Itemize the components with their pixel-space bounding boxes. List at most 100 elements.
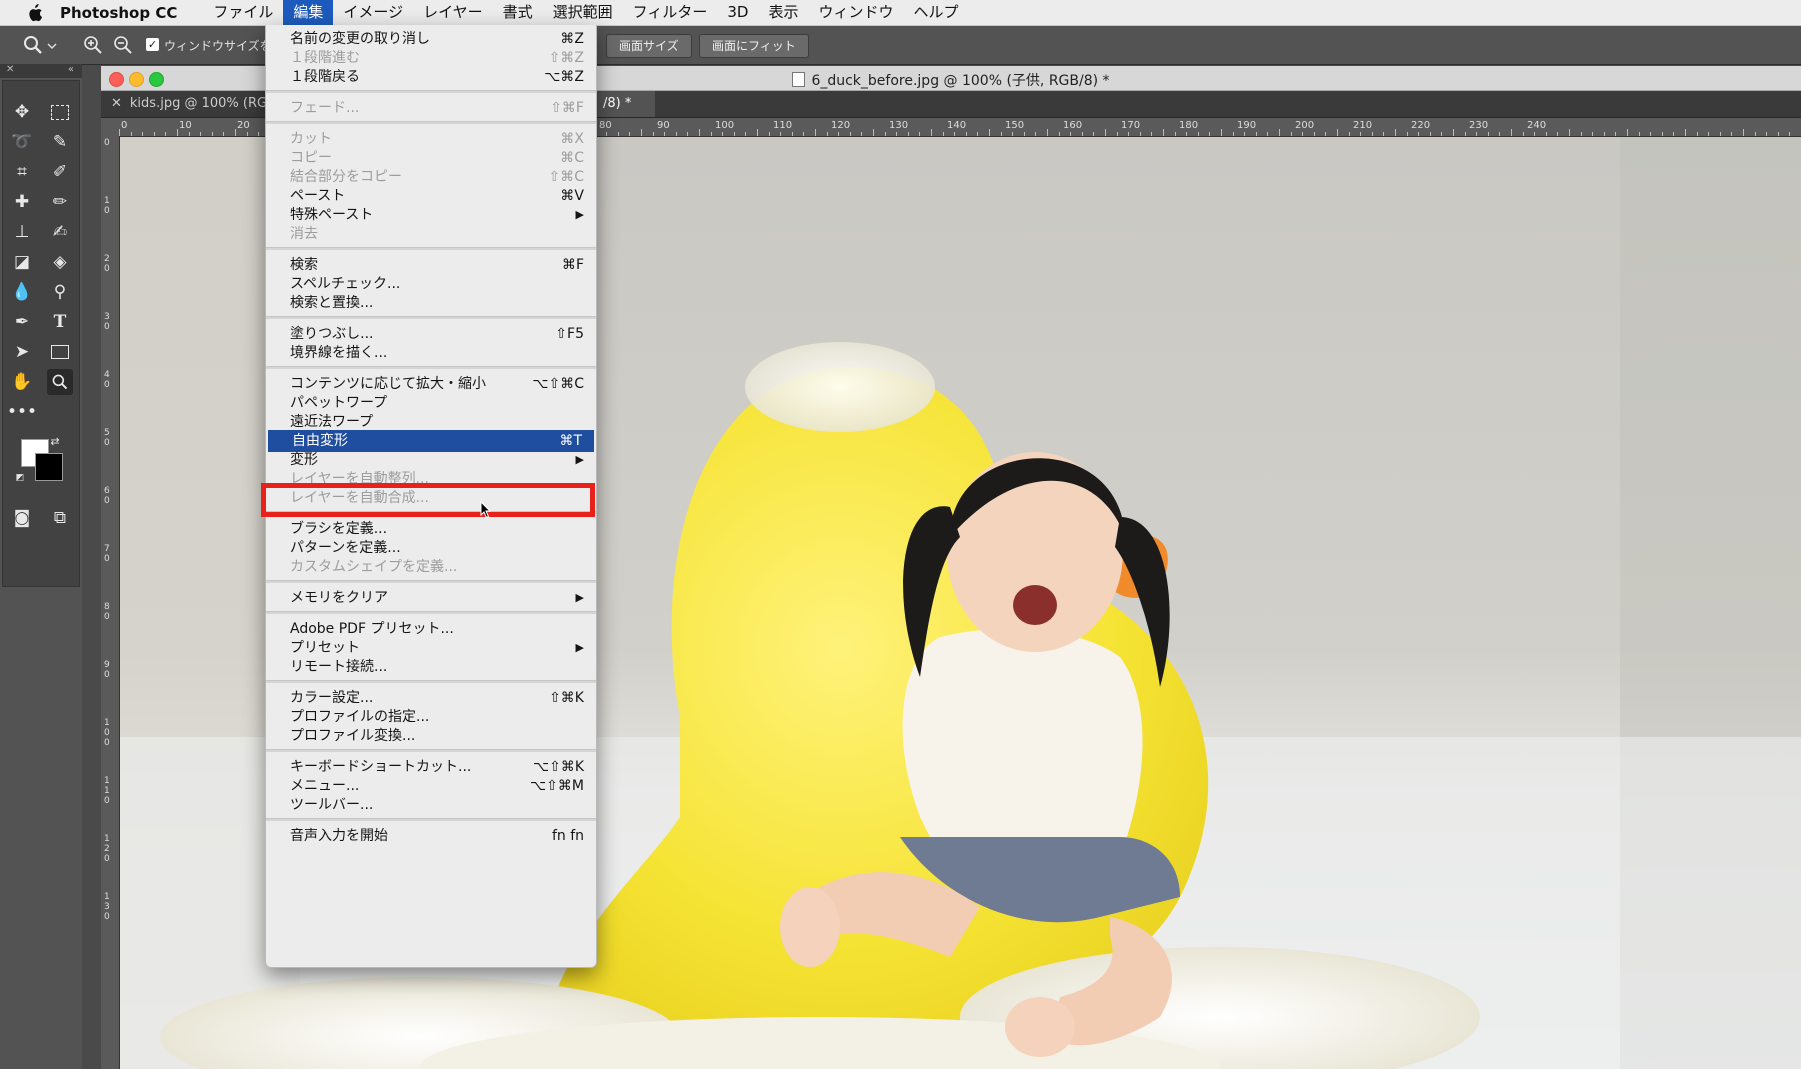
chevron-down-icon[interactable] <box>46 34 58 56</box>
fit-screen-button[interactable]: 画面にフィット <box>699 34 809 58</box>
brush-tool-icon[interactable]: ✏ <box>47 189 73 215</box>
crop-tool-icon[interactable]: ⌗ <box>9 159 35 185</box>
ruler-tick <box>1545 132 1547 136</box>
tab-close-icon[interactable]: ✕ <box>111 96 122 111</box>
ruler-tick <box>1789 132 1791 136</box>
tools-grid: ✥ ➰ ✎ ⌗ ✐ ✚ ✏ ⊥ ✍ ◪ ◈ 💧 ⚲ ✒ T ➤ ✋ ••• ⇄ … <box>2 80 80 587</box>
tab-kids[interactable]: ✕ kids.jpg @ 100% (RG <box>101 91 277 117</box>
hand-tool-icon[interactable]: ✋ <box>9 369 35 395</box>
menu-separator <box>266 247 596 250</box>
ruler-v-label: 1 2 0 <box>104 834 110 864</box>
ruler-tick <box>1012 132 1014 136</box>
marquee-tool-icon[interactable] <box>47 99 73 125</box>
paint-bucket-tool-icon[interactable]: ◈ <box>47 249 73 275</box>
eyedropper-tool-icon[interactable]: ✐ <box>47 159 73 185</box>
menu-edit[interactable]: 編集 <box>283 0 334 25</box>
healing-brush-tool-icon[interactable]: ✚ <box>9 189 35 215</box>
ruler-tick <box>1429 132 1431 136</box>
ruler-tick <box>722 132 724 136</box>
path-selection-tool-icon[interactable]: ➤ <box>9 339 35 365</box>
quick-selection-tool-icon[interactable]: ✎ <box>47 129 73 155</box>
menu-item-label: １段階戻る <box>290 69 360 85</box>
close-icon[interactable]: ✕ <box>6 64 14 75</box>
ruler-tick <box>919 132 921 136</box>
app-name[interactable]: Photoshop CC <box>60 4 177 22</box>
move-tool-icon[interactable]: ✥ <box>9 99 35 125</box>
screen-mode-icon[interactable]: ⧉ <box>47 505 73 531</box>
edit-menu-item-15[interactable]: 境界線を描く... <box>266 342 596 364</box>
edit-menu-item-35[interactable]: ツールバー... <box>266 794 596 816</box>
menu-type[interactable]: 書式 <box>493 0 543 25</box>
history-brush-tool-icon[interactable]: ✍ <box>47 219 73 245</box>
lasso-tool-icon[interactable]: ➰ <box>9 129 35 155</box>
ruler-tick <box>1476 132 1478 136</box>
ruler-tick <box>1093 132 1095 136</box>
resize-windows-checkbox[interactable]: ✓ <box>146 38 159 51</box>
menu-filter[interactable]: フィルター <box>623 0 718 25</box>
tab-duck[interactable]: /8) * <box>595 91 655 117</box>
ruler-h-label: 100 <box>715 120 735 131</box>
eraser-tool-icon[interactable]: ◪ <box>9 249 35 275</box>
tools-panel-header[interactable]: ✕ « <box>0 64 82 78</box>
quick-mask-icon[interactable]: ◙ <box>9 505 35 531</box>
edit-menu-item-32[interactable]: プロファイル変換... <box>266 725 596 747</box>
ruler-tick <box>780 132 782 136</box>
ruler-tick <box>1464 132 1466 136</box>
ruler-tick <box>1290 132 1292 136</box>
background-color-swatch[interactable] <box>35 453 63 481</box>
menu-select[interactable]: 選択範囲 <box>543 0 623 25</box>
default-colors-icon[interactable]: ◩ <box>13 471 27 485</box>
menu-3d[interactable]: 3D <box>717 0 758 25</box>
apple-icon[interactable] <box>24 3 46 22</box>
ruler-tick <box>1406 132 1408 136</box>
ruler-tick <box>1197 132 1199 136</box>
ruler-tick <box>235 129 236 136</box>
type-tool-icon[interactable]: T <box>47 309 73 335</box>
menu-view[interactable]: 表示 <box>758 0 808 25</box>
screen-size-button[interactable]: 画面サイズ <box>606 34 692 58</box>
ruler-tick <box>177 129 178 136</box>
blur-tool-icon[interactable]: 💧 <box>9 279 35 305</box>
ruler-tick <box>884 132 886 136</box>
swap-colors-icon[interactable]: ⇄ <box>47 433 63 449</box>
menu-image[interactable]: イメージ <box>333 0 413 25</box>
ruler-tick <box>687 132 689 136</box>
edit-menu-item-25: カスタムシェイプを定義... <box>266 556 596 578</box>
zoom-in-icon[interactable] <box>82 34 104 56</box>
edit-menu-item-13[interactable]: 検索と置換... <box>266 292 596 314</box>
menu-window[interactable]: ウィンドウ <box>808 0 903 25</box>
ruler-origin[interactable] <box>101 118 119 136</box>
ruler-tick <box>1383 132 1385 136</box>
ruler-tick <box>1603 132 1605 136</box>
edit-menu-item-3[interactable]: １段階戻る ⌥⌘Z <box>266 66 596 88</box>
zoom-tool-icon[interactable] <box>22 34 44 56</box>
menu-separator <box>266 366 596 369</box>
ruler-tick <box>1337 129 1338 136</box>
rectangle-tool-icon[interactable] <box>47 339 73 365</box>
ruler-tick <box>1627 129 1628 136</box>
ruler-tick <box>1139 132 1141 136</box>
more-tools-icon[interactable]: ••• <box>7 399 37 425</box>
menu-layer[interactable]: レイヤー <box>413 0 493 25</box>
ruler-tick <box>1302 132 1304 136</box>
zoom-tool-selected-icon[interactable] <box>47 369 73 395</box>
edit-menu-item-36[interactable]: 音声入力を開始 fn fn <box>266 825 596 847</box>
collapse-icon[interactable]: « <box>68 64 74 75</box>
zoom-out-icon[interactable] <box>112 34 134 56</box>
vertical-ruler[interactable]: 0 1 0 2 0 3 0 4 0 5 0 6 0 7 0 8 0 9 0 1 0 0 1 1 0 1 … <box>101 136 120 1069</box>
dodge-tool-icon[interactable]: ⚲ <box>47 279 73 305</box>
menu-separator <box>266 121 596 124</box>
ruler-tick <box>757 129 758 136</box>
menu-item-shortcut: ⌥⌘Z <box>544 69 584 85</box>
menu-file[interactable]: ファイル <box>203 0 283 25</box>
ruler-tick <box>838 132 840 136</box>
edit-menu-item-29[interactable]: リモート接続... <box>266 656 596 678</box>
menu-separator <box>266 749 596 752</box>
clone-stamp-tool-icon[interactable]: ⊥ <box>9 219 35 245</box>
pen-tool-icon[interactable]: ✒ <box>9 309 35 335</box>
edit-menu-item-26[interactable]: メモリをクリア ▶ <box>266 587 596 609</box>
ruler-tick <box>1058 132 1060 136</box>
menu-help[interactable]: ヘルプ <box>904 0 969 25</box>
menu-item-label: カスタムシェイプを定義... <box>290 559 458 575</box>
ruler-h-label: 20 <box>237 120 250 131</box>
